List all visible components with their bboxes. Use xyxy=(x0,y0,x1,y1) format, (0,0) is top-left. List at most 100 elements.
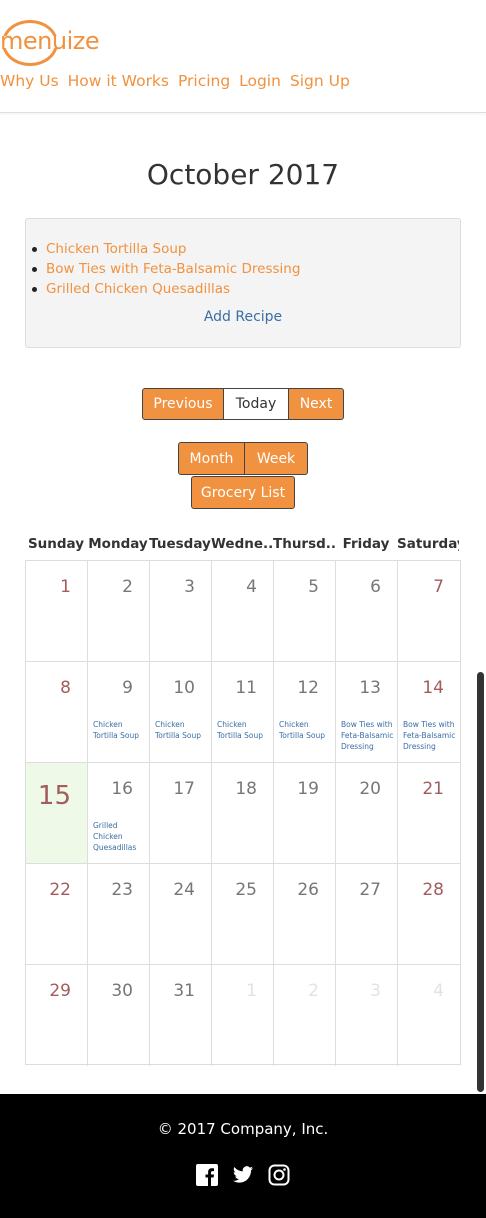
day-cell[interactable]: 14 Bow Ties with Feta-Balsamic Dressing xyxy=(398,662,460,763)
day-number: 14 xyxy=(422,678,444,698)
grocery-list-button[interactable]: Grocery List xyxy=(191,476,295,509)
main-nav: Why Us How it Works Pricing Login Sign U… xyxy=(0,72,354,90)
day-cell[interactable]: 18 xyxy=(212,763,274,864)
calendar-event[interactable]: Bow Ties with Feta-Balsamic Dressing xyxy=(341,719,397,752)
day-cell[interactable]: 3 xyxy=(336,965,398,1066)
day-number: 18 xyxy=(235,779,257,799)
instagram-icon[interactable] xyxy=(268,1164,290,1186)
today-cell[interactable]: 15 xyxy=(26,763,88,864)
day-cell[interactable]: 4 xyxy=(398,965,460,1066)
day-number: 5 xyxy=(308,577,319,597)
social-links xyxy=(0,1164,486,1186)
day-number: 8 xyxy=(60,678,71,698)
twitter-icon[interactable] xyxy=(232,1164,254,1186)
day-number: 3 xyxy=(370,981,381,1001)
recipe-panel: Chicken Tortilla Soup Bow Ties with Feta… xyxy=(25,218,461,348)
day-number: 6 xyxy=(370,577,381,597)
day-cell[interactable]: 1 xyxy=(26,561,88,662)
weekday-label: Tuesday xyxy=(149,536,211,552)
day-number: 2 xyxy=(122,577,133,597)
day-cell[interactable]: 27 xyxy=(336,864,398,965)
day-number: 30 xyxy=(111,981,133,1001)
previous-button[interactable]: Previous xyxy=(142,388,224,420)
day-cell[interactable]: 29 xyxy=(26,965,88,1066)
calendar-event[interactable]: Bow Ties with Feta-Balsamic Dressing xyxy=(403,719,459,752)
calendar-event[interactable]: Chicken Tortilla Soup xyxy=(155,719,211,741)
day-cell[interactable]: 25 xyxy=(212,864,274,965)
day-cell[interactable]: 28 xyxy=(398,864,460,965)
weekday-label: Sunday xyxy=(27,536,85,552)
day-number: 29 xyxy=(49,981,71,1001)
day-number: 20 xyxy=(359,779,381,799)
today-button[interactable]: Today xyxy=(224,388,288,420)
day-number: 23 xyxy=(111,880,133,900)
weekday-label: Saturday xyxy=(397,536,459,552)
logo[interactable]: menuize xyxy=(0,18,100,70)
nav-sign-up[interactable]: Sign Up xyxy=(290,72,350,90)
day-number: 25 xyxy=(235,880,257,900)
day-cell[interactable]: 22 xyxy=(26,864,88,965)
day-cell[interactable]: 7 xyxy=(398,561,460,662)
day-cell[interactable]: 2 xyxy=(88,561,150,662)
day-cell[interactable]: 20 xyxy=(336,763,398,864)
day-cell[interactable]: 5 xyxy=(274,561,336,662)
day-cell[interactable]: 13 Bow Ties with Feta-Balsamic Dressing xyxy=(336,662,398,763)
recipe-item[interactable]: Chicken Tortilla Soup xyxy=(32,239,300,259)
nav-how-it-works[interactable]: How it Works xyxy=(68,72,169,90)
day-number: 22 xyxy=(49,880,71,900)
nav-why-us[interactable]: Why Us xyxy=(0,72,59,90)
calendar-event[interactable]: Chicken Tortilla Soup xyxy=(279,719,335,741)
day-cell[interactable]: 3 xyxy=(150,561,212,662)
month-view-button[interactable]: Month xyxy=(178,442,245,475)
day-cell[interactable]: 1 xyxy=(212,965,274,1066)
facebook-icon[interactable] xyxy=(196,1164,218,1186)
add-recipe-link[interactable]: Add Recipe xyxy=(26,309,460,325)
day-cell[interactable]: 4 xyxy=(212,561,274,662)
day-cell[interactable]: 10 Chicken Tortilla Soup xyxy=(150,662,212,763)
nav-login[interactable]: Login xyxy=(239,72,281,90)
day-cell[interactable]: 26 xyxy=(274,864,336,965)
day-cell[interactable]: 30 xyxy=(88,965,150,1066)
day-cell[interactable]: 8 xyxy=(26,662,88,763)
day-number: 12 xyxy=(297,678,319,698)
day-number: 24 xyxy=(173,880,195,900)
day-cell[interactable]: 12 Chicken Tortilla Soup xyxy=(274,662,336,763)
day-cell[interactable]: 23 xyxy=(88,864,150,965)
recipe-item[interactable]: Grilled Chicken Quesadillas xyxy=(32,279,300,299)
site-footer: © 2017 Company, Inc. xyxy=(0,1094,486,1218)
day-number: 1 xyxy=(246,981,257,1001)
day-cell[interactable]: 21 xyxy=(398,763,460,864)
calendar-event[interactable]: Chicken Tortilla Soup xyxy=(93,719,149,741)
day-cell[interactable]: 6 xyxy=(336,561,398,662)
day-number: 28 xyxy=(422,880,444,900)
calendar-event[interactable]: Grilled Chicken Quesadillas xyxy=(93,820,149,853)
day-number: 31 xyxy=(173,981,195,1001)
day-cell[interactable]: 16 Grilled Chicken Quesadillas xyxy=(88,763,150,864)
day-number: 9 xyxy=(122,678,133,698)
month-grid: 1 2 3 4 5 6 7 8 9 Chicken Tortilla Soup 10 Chicken … xyxy=(25,560,461,1066)
weekday-label: Monday xyxy=(88,536,148,552)
recipe-list: Chicken Tortilla Soup Bow Ties with Feta… xyxy=(32,239,300,299)
day-number: 2 xyxy=(308,981,319,1001)
calendar-title: October 2017 xyxy=(146,158,340,191)
day-cell[interactable]: 19 xyxy=(274,763,336,864)
recipe-item[interactable]: Bow Ties with Feta-Balsamic Dressing xyxy=(32,259,300,279)
day-number: 19 xyxy=(297,779,319,799)
scrollbar[interactable] xyxy=(477,672,484,1092)
day-number: 26 xyxy=(297,880,319,900)
calendar-event[interactable]: Chicken Tortilla Soup xyxy=(217,719,273,741)
day-number: 16 xyxy=(111,779,133,799)
weekday-label: Friday xyxy=(342,536,390,552)
day-cell[interactable]: 31 xyxy=(150,965,212,1066)
day-cell[interactable]: 11 Chicken Tortilla Soup xyxy=(212,662,274,763)
next-button[interactable]: Next xyxy=(288,388,344,420)
week-view-button[interactable]: Week xyxy=(245,442,308,475)
nav-pricing[interactable]: Pricing xyxy=(178,72,230,90)
day-cell[interactable]: 24 xyxy=(150,864,212,965)
day-cell[interactable]: 2 xyxy=(274,965,336,1066)
day-number: 1 xyxy=(60,577,71,597)
copyright: © 2017 Company, Inc. xyxy=(157,1120,329,1138)
weekday-label: Wedne... xyxy=(211,536,273,552)
day-cell[interactable]: 9 Chicken Tortilla Soup xyxy=(88,662,150,763)
day-cell[interactable]: 17 xyxy=(150,763,212,864)
